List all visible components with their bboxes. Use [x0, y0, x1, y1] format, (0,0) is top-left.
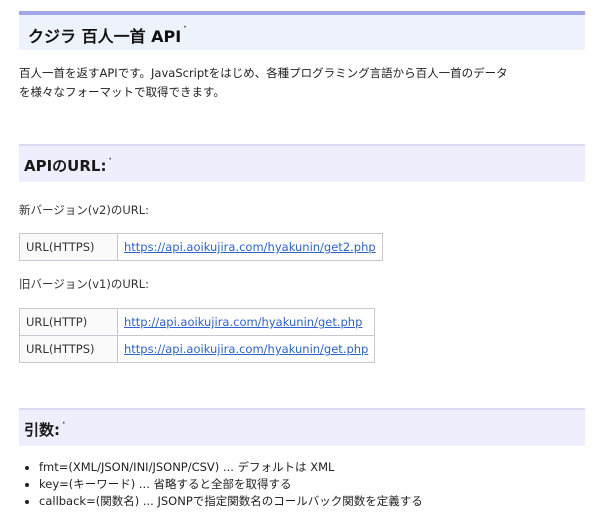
v2-url-table: URL(HTTPS) https://api.aoikujira.com/hya…: [19, 233, 383, 261]
intro-line-2: を様々なフォーマットで取得できます。: [19, 85, 225, 99]
table-row: URL(HTTPS) https://api.aoikujira.com/hya…: [19, 335, 376, 363]
anchor-link[interactable]: ·: [108, 155, 111, 165]
anchor-link[interactable]: ·: [62, 419, 65, 429]
v1-url-label: 旧バージョン(v1)のURL:: [19, 277, 150, 291]
page-title-text: クジラ 百人一首 API: [28, 27, 182, 46]
url-type-cell: URL(HTTPS): [19, 233, 118, 261]
section-heading-args: 引数: ·: [19, 408, 585, 446]
v2-url-label: 新バージョン(v2)のURL:: [19, 203, 150, 217]
url-cell: https://api.aoikujira.com/hyakunin/get2.…: [117, 233, 383, 261]
args-list: fmt=(XML/JSON/INI/JSONP/CSV) ... デフォルトは …: [19, 459, 423, 510]
list-item: fmt=(XML/JSON/INI/JSONP/CSV) ... デフォルトは …: [39, 459, 423, 476]
url-cell: https://api.aoikujira.com/hyakunin/get.p…: [116, 335, 376, 363]
section-title-args-text: 引数:: [24, 421, 60, 439]
intro-line-1: 百人一首を返すAPIです。JavaScriptをはじめ、各種プログラミング言語か…: [19, 66, 508, 80]
url-cell: http://api.aoikujira.com/hyakunin/get.ph…: [116, 308, 376, 336]
list-item: key=(キーワード) ... 省略すると全部を取得する: [39, 476, 423, 493]
page-title: クジラ 百人一首 API ·: [28, 23, 187, 47]
page: クジラ 百人一首 API · 百人一首を返すAPIです。JavaScriptをはじ…: [0, 0, 600, 530]
section-title-api-url-text: APIのURL:: [24, 157, 107, 175]
page-header: クジラ 百人一首 API ·: [19, 11, 585, 50]
section-heading-api-url: APIのURL: ·: [19, 144, 585, 182]
anchor-link[interactable]: ·: [183, 23, 186, 33]
api-url-link[interactable]: https://api.aoikujira.com/hyakunin/get.p…: [124, 342, 368, 356]
section-title-args: 引数: ·: [24, 419, 65, 440]
table-row: URL(HTTP) http://api.aoikujira.com/hyaku…: [19, 308, 376, 336]
v1-url-table: URL(HTTP) http://api.aoikujira.com/hyaku…: [19, 308, 376, 363]
url-type-cell: URL(HTTPS): [19, 335, 118, 363]
api-url-link[interactable]: http://api.aoikujira.com/hyakunin/get.ph…: [124, 315, 362, 329]
url-type-cell: URL(HTTP): [19, 308, 118, 336]
table-row: URL(HTTPS) https://api.aoikujira.com/hya…: [19, 233, 383, 261]
section-title-api-url: APIのURL: ·: [24, 155, 112, 176]
intro-text: 百人一首を返すAPIです。JavaScriptをはじめ、各種プログラミング言語か…: [19, 64, 508, 102]
api-url-link[interactable]: https://api.aoikujira.com/hyakunin/get2.…: [124, 240, 376, 254]
list-item: callback=(関数名) ... JSONPで指定関数名のコールバック関数を…: [39, 493, 423, 510]
